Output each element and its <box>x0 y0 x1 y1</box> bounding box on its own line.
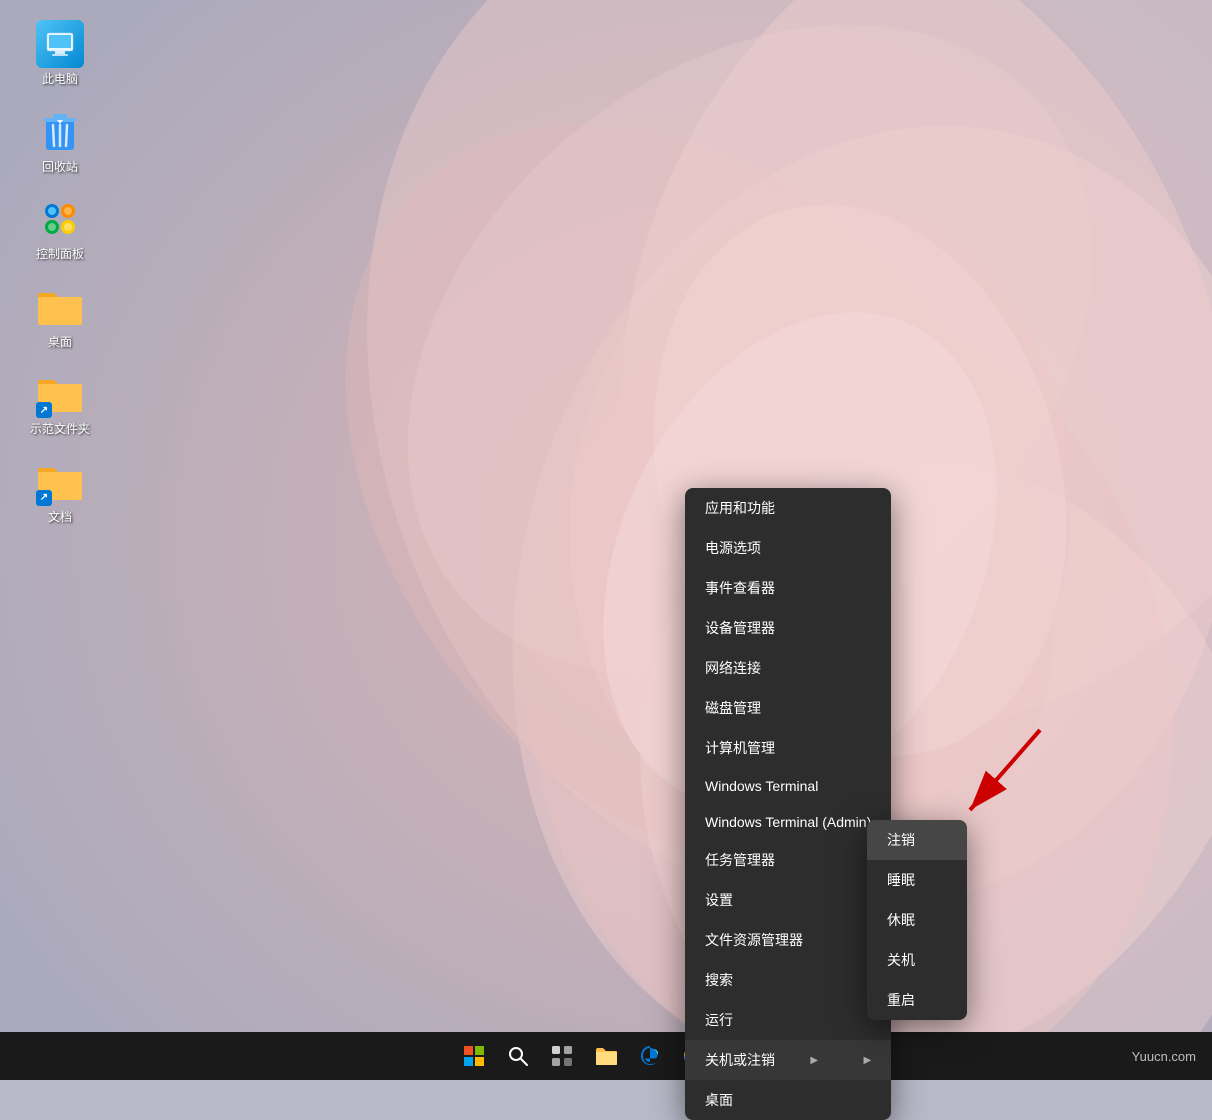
taskbar-file-explorer-button[interactable] <box>586 1036 626 1076</box>
desktop-icon-folder-desktop-label: 桌面 <box>48 335 72 351</box>
taskbar-edge-icon[interactable] <box>630 1036 670 1076</box>
desktop-icon-recycle-bin-label: 回收站 <box>42 160 78 176</box>
taskbar-start-button[interactable] <box>454 1036 494 1076</box>
menu-item-file-explorer[interactable]: 文件资源管理器 <box>685 920 891 960</box>
menu-item-power-options[interactable]: 电源选项 <box>685 528 891 568</box>
submenu-item-hibernate[interactable]: 休眠 <box>867 900 967 940</box>
menu-item-computer-management[interactable]: 计算机管理 <box>685 728 891 768</box>
menu-item-settings[interactable]: 设置 <box>685 880 891 920</box>
menu-item-shutdown-or-signout[interactable]: 关机或注销 ▶ <box>685 1040 891 1080</box>
submenu-item-shutdown[interactable]: 关机 <box>867 940 967 980</box>
desktop-icon-folder-demo2[interactable]: ↗ 示范文件夹 <box>20 370 100 438</box>
menu-item-windows-terminal-admin[interactable]: Windows Terminal (Admin) <box>685 804 891 840</box>
desktop-icon-control-panel-label: 控制面板 <box>36 247 84 263</box>
submenu-item-restart[interactable]: 重启 <box>867 980 967 1020</box>
desktop-background <box>0 0 1212 1080</box>
menu-item-network-connections[interactable]: 网络连接 <box>685 648 891 688</box>
taskbar-task-view-button[interactable] <box>542 1036 582 1076</box>
desktop-icon-folder-docs[interactable]: ↗ 文档 <box>20 458 100 526</box>
submenu-item-sleep[interactable]: 睡眠 <box>867 860 967 900</box>
menu-item-windows-terminal[interactable]: Windows Terminal <box>685 768 891 804</box>
arrow-annotation <box>940 720 1060 840</box>
submenu-shutdown: 注销 睡眠 休眠 关机 重启 <box>867 820 967 1020</box>
menu-item-desktop[interactable]: 桌面 <box>685 1080 891 1120</box>
menu-item-apps-features[interactable]: 应用和功能 <box>685 488 891 528</box>
menu-item-search[interactable]: 搜索 <box>685 960 891 1000</box>
desktop-icon-control-panel[interactable]: 控制面板 <box>20 195 100 263</box>
taskbar: Yuucn.com <box>0 1032 1212 1080</box>
context-menu: 应用和功能 电源选项 事件查看器 设备管理器 网络连接 磁盘管理 计算机管理 W… <box>685 488 891 1120</box>
desktop-icon-folder-desktop[interactable]: 桌面 <box>20 283 100 351</box>
desktop-icon-recycle-bin[interactable]: 回收站 <box>20 108 100 176</box>
desktop-icons-container: 此电脑 回收站 <box>20 20 100 526</box>
menu-item-disk-management[interactable]: 磁盘管理 <box>685 688 891 728</box>
menu-item-event-viewer[interactable]: 事件查看器 <box>685 568 891 608</box>
desktop-icon-folder-demo2-label: 示范文件夹 <box>30 422 90 438</box>
watermark-text: Yuucn.com <box>1132 1049 1196 1064</box>
taskbar-search-button[interactable] <box>498 1036 538 1076</box>
menu-item-task-manager[interactable]: 任务管理器 <box>685 840 891 880</box>
desktop-icon-this-pc[interactable]: 此电脑 <box>20 20 100 88</box>
menu-item-run[interactable]: 运行 <box>685 1000 891 1040</box>
desktop-icon-this-pc-label: 此电脑 <box>42 72 78 88</box>
menu-item-device-manager[interactable]: 设备管理器 <box>685 608 891 648</box>
desktop-icon-folder-docs-label: 文档 <box>48 510 72 526</box>
taskbar-right-area: Yuucn.com <box>1132 1049 1196 1064</box>
